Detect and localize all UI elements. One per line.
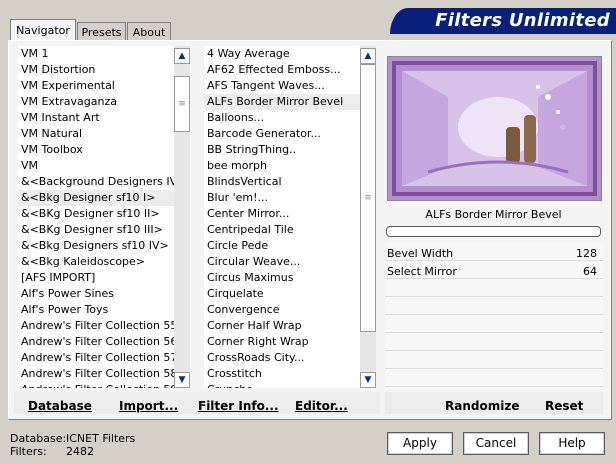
scroll-thumb[interactable]: ≡ <box>174 76 190 132</box>
database-status-value: ICNET Filters <box>66 432 136 445</box>
list-item[interactable]: Circus Maximus <box>204 270 360 286</box>
filters-count-label: Filters: <box>10 445 47 458</box>
list-item[interactable]: Circular Weave... <box>204 254 360 270</box>
filter-info-link[interactable]: Filter Info... <box>198 399 279 413</box>
list-item[interactable]: Convergence <box>204 302 360 318</box>
progress-bar <box>386 226 601 237</box>
randomize-button[interactable]: Randomize <box>445 399 519 413</box>
param-row-empty <box>385 333 603 351</box>
editor-link[interactable]: Editor... <box>295 399 348 413</box>
list-item[interactable]: Blur 'em!... <box>204 190 360 206</box>
list-item[interactable]: Andrew's Filter Collection 57 <box>18 350 174 366</box>
list-item[interactable]: Alf's Power Sines <box>18 286 174 302</box>
list-item[interactable]: Andrew's Filter Collection 58 <box>18 366 174 382</box>
category-list[interactable]: VM 1 VM Distortion VM Experimental VM Extra… <box>18 46 174 388</box>
param-label: Bevel Width <box>387 247 454 260</box>
list-item[interactable]: Crunche <box>204 382 360 388</box>
param-label: Select Mirror <box>387 265 457 278</box>
preview-art <box>388 57 601 200</box>
list-item[interactable]: AFS Tangent Waves... <box>204 78 360 94</box>
database-status-label: Database: <box>10 432 67 445</box>
list-item[interactable]: ALFs Border Mirror Bevel <box>204 94 360 110</box>
database-link[interactable]: Database <box>28 399 92 413</box>
scroll-thumb[interactable]: ≡ <box>360 64 376 332</box>
scroll-down-arrow-icon[interactable]: ▼ <box>360 372 376 388</box>
app-title: Filters Unlimited <box>435 10 610 31</box>
list-item[interactable]: &<Background Designers IV> <box>18 174 174 190</box>
param-row-empty <box>385 297 603 315</box>
list-item[interactable]: VM Extravaganza <box>18 94 174 110</box>
list-item[interactable]: Andrew's Filter Collection 56 <box>18 334 174 350</box>
list-item[interactable]: &<Bkg Kaleidoscope> <box>18 254 174 270</box>
list-item[interactable]: Balloons... <box>204 110 360 126</box>
list-item[interactable]: Cirquelate <box>204 286 360 302</box>
list-item[interactable]: 4 Way Average <box>204 46 360 62</box>
list-item[interactable]: VM 1 <box>18 46 174 62</box>
param-row: Select Mirror 64 <box>385 261 603 279</box>
list-item[interactable]: BB StringThing.. <box>204 142 360 158</box>
list-item[interactable]: &<BKg Designer sf10 II> <box>18 206 174 222</box>
list-item[interactable]: bee morph <box>204 158 360 174</box>
filter-scrollbar[interactable]: ▲ ≡ ▼ <box>360 46 376 388</box>
param-value[interactable]: 128 <box>576 247 597 260</box>
list-item[interactable]: Andrew's Filter Collection 59 <box>18 382 174 388</box>
param-row-empty <box>385 279 603 297</box>
list-item[interactable]: [AFS IMPORT] <box>18 270 174 286</box>
list-item[interactable]: Center Mirror... <box>204 206 360 222</box>
preview-image <box>387 56 602 201</box>
apply-button[interactable]: Apply <box>387 432 453 455</box>
list-item[interactable]: &<BKg Designer sf10 III> <box>18 222 174 238</box>
cancel-button[interactable]: Cancel <box>463 432 529 455</box>
scroll-up-arrow-icon[interactable]: ▲ <box>174 48 190 64</box>
param-row: Bevel Width 128 <box>385 243 603 261</box>
param-value[interactable]: 64 <box>583 265 597 278</box>
param-row-empty <box>385 351 603 369</box>
filter-list[interactable]: 4 Way Average AF62 Effected Emboss... AFS … <box>204 46 360 388</box>
list-item[interactable]: VM <box>18 158 174 174</box>
list-item[interactable]: VM Instant Art <box>18 110 174 126</box>
list-item[interactable]: &<Bkg Designers sf10 IV> <box>18 238 174 254</box>
import-link[interactable]: Import... <box>119 399 178 413</box>
list-item[interactable]: Centripedal Tile <box>204 222 360 238</box>
list-item[interactable]: &<Bkg Designer sf10 I> <box>18 190 174 206</box>
list-item[interactable]: Crosstitch <box>204 366 360 382</box>
list-item[interactable]: VM Experimental <box>18 78 174 94</box>
list-item[interactable]: Andrew's Filter Collection 55 <box>18 318 174 334</box>
category-scrollbar[interactable]: ▲ ≡ ▼ <box>174 46 190 388</box>
list-item[interactable]: AF62 Effected Emboss... <box>204 62 360 78</box>
param-panel: Bevel Width 128 Select Mirror 64 <box>385 243 603 389</box>
list-item[interactable]: Alf's Power Toys <box>18 302 174 318</box>
list-item[interactable]: BlindsVertical <box>204 174 360 190</box>
filters-count-value: 2482 <box>66 445 94 458</box>
tab-presets[interactable]: Presets <box>77 22 126 42</box>
param-row-empty <box>385 369 603 387</box>
scroll-up-arrow-icon[interactable]: ▲ <box>360 48 376 64</box>
list-item[interactable]: VM Distortion <box>18 62 174 78</box>
list-item[interactable]: VM Natural <box>18 126 174 142</box>
list-item[interactable]: VM Toolbox <box>18 142 174 158</box>
list-item[interactable]: Circle Pede <box>204 238 360 254</box>
param-row-empty <box>385 315 603 333</box>
list-item[interactable]: Barcode Generator... <box>204 126 360 142</box>
help-button[interactable]: Help <box>539 432 605 455</box>
reset-button[interactable]: Reset <box>545 399 583 413</box>
list-item[interactable]: Corner Half Wrap <box>204 318 360 334</box>
filter-name-label: ALFs Border Mirror Bevel <box>425 208 562 221</box>
list-item[interactable]: Corner Right Wrap <box>204 334 360 350</box>
list-item[interactable]: CrossRoads City... <box>204 350 360 366</box>
tab-navigator[interactable]: Navigator <box>10 19 76 42</box>
scroll-down-arrow-icon[interactable]: ▼ <box>174 372 190 388</box>
tab-about[interactable]: About <box>127 22 171 42</box>
